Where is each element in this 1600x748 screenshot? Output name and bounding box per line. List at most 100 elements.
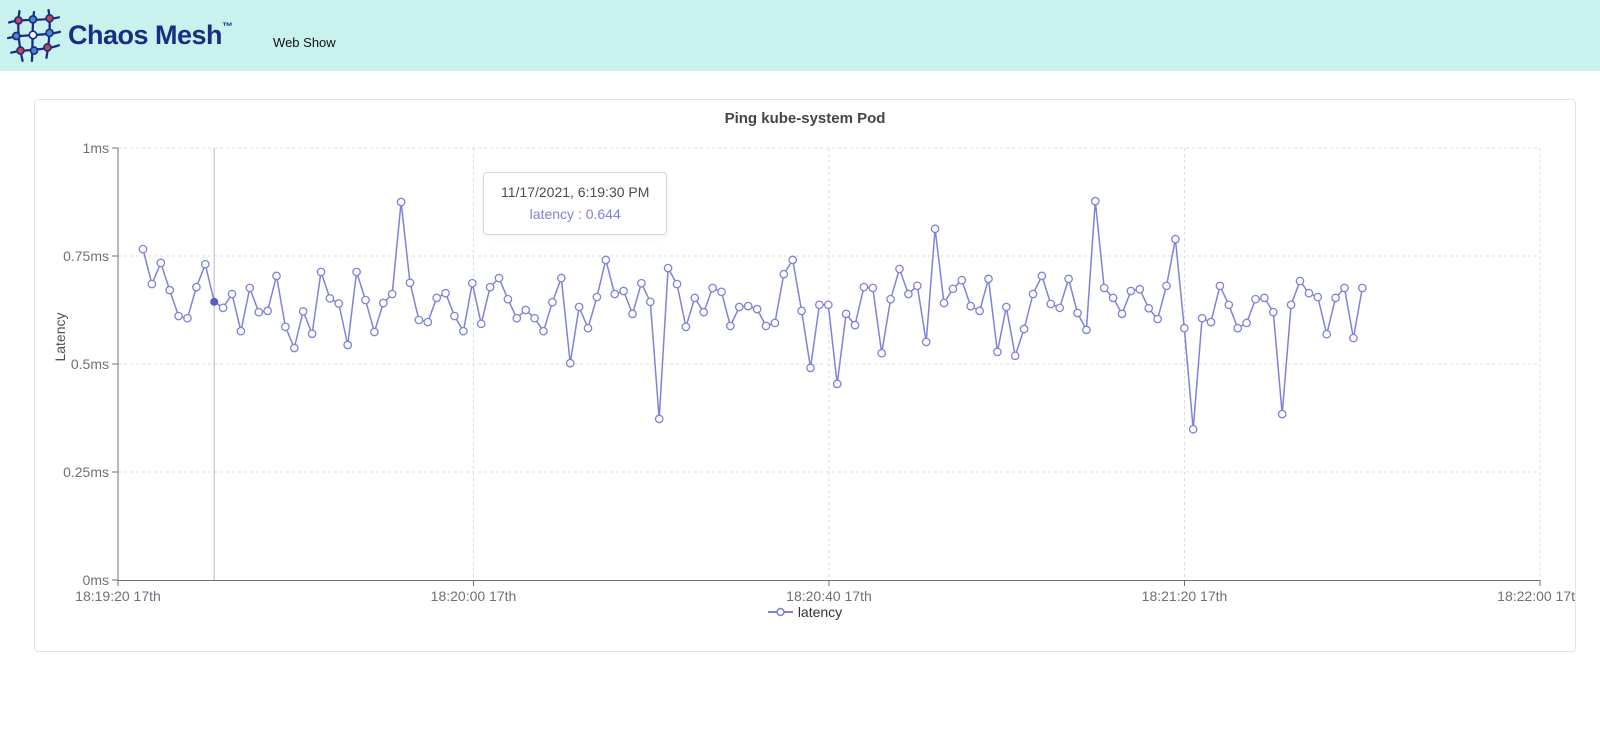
data-point[interactable]	[1181, 324, 1188, 331]
data-point[interactable]	[593, 293, 600, 300]
data-point[interactable]	[958, 276, 965, 283]
data-point[interactable]	[255, 308, 262, 315]
data-point[interactable]	[1092, 197, 1099, 204]
data-point[interactable]	[1314, 293, 1321, 300]
data-point[interactable]	[415, 316, 422, 323]
data-point[interactable]	[1305, 289, 1312, 296]
data-point[interactable]	[1047, 300, 1054, 307]
data-point[interactable]	[166, 286, 173, 293]
data-point[interactable]	[851, 321, 858, 328]
data-point[interactable]	[682, 323, 689, 330]
data-point[interactable]	[1118, 310, 1125, 317]
data-point[interactable]	[389, 290, 396, 297]
data-point[interactable]	[406, 279, 413, 286]
data-point[interactable]	[611, 290, 618, 297]
data-point[interactable]	[994, 348, 1001, 355]
data-point[interactable]	[807, 364, 814, 371]
data-point[interactable]	[353, 268, 360, 275]
data-point[interactable]	[175, 312, 182, 319]
data-point[interactable]	[228, 290, 235, 297]
data-point[interactable]	[878, 350, 885, 357]
data-point[interactable]	[1101, 284, 1108, 291]
data-point[interactable]	[540, 327, 547, 334]
data-point[interactable]	[362, 296, 369, 303]
data-point[interactable]	[923, 338, 930, 345]
data-point[interactable]	[1225, 301, 1232, 308]
data-point[interactable]	[1332, 294, 1339, 301]
data-point[interactable]	[798, 307, 805, 314]
data-point[interactable]	[575, 303, 582, 310]
data-point[interactable]	[1020, 325, 1027, 332]
data-point[interactable]	[308, 330, 315, 337]
data-point[interactable]	[629, 310, 636, 317]
data-point[interactable]	[1003, 303, 1010, 310]
data-point[interactable]	[1163, 282, 1170, 289]
data-point[interactable]	[745, 302, 752, 309]
data-point[interactable]	[905, 290, 912, 297]
data-point[interactable]	[1190, 426, 1197, 433]
data-point[interactable]	[931, 225, 938, 232]
data-point[interactable]	[442, 289, 449, 296]
data-point[interactable]	[1083, 326, 1090, 333]
data-point[interactable]	[638, 280, 645, 287]
data-point[interactable]	[1296, 277, 1303, 284]
data-point[interactable]	[753, 305, 760, 312]
data-point[interactable]	[1216, 282, 1223, 289]
data-point[interactable]	[1359, 284, 1366, 291]
data-point[interactable]	[816, 301, 823, 308]
data-point[interactable]	[762, 322, 769, 329]
data-point[interactable]	[1065, 275, 1072, 282]
data-point[interactable]	[1261, 294, 1268, 301]
data-point[interactable]	[397, 198, 404, 205]
data-point[interactable]	[860, 283, 867, 290]
latency-chart[interactable]: 1ms0.75ms0.5ms0.25ms0ms18:19:20 17th18:2…	[35, 100, 1575, 630]
data-point[interactable]	[1287, 301, 1294, 308]
data-point[interactable]	[193, 283, 200, 290]
nav-web-show[interactable]: Web Show	[273, 35, 336, 50]
data-point[interactable]	[460, 327, 467, 334]
data-point[interactable]	[976, 307, 983, 314]
data-point[interactable]	[522, 306, 529, 313]
data-point[interactable]	[549, 299, 556, 306]
data-point[interactable]	[513, 315, 520, 322]
data-point[interactable]	[1252, 296, 1259, 303]
data-point[interactable]	[184, 315, 191, 322]
data-point[interactable]	[219, 304, 226, 311]
data-point[interactable]	[647, 298, 654, 305]
data-point[interactable]	[664, 264, 671, 271]
data-point[interactable]	[1341, 284, 1348, 291]
data-point[interactable]	[771, 319, 778, 326]
data-point[interactable]	[148, 280, 155, 287]
data-point[interactable]	[157, 259, 164, 266]
data-point[interactable]	[736, 303, 743, 310]
data-point[interactable]	[202, 261, 209, 268]
data-point[interactable]	[317, 268, 324, 275]
data-point[interactable]	[842, 310, 849, 317]
data-point[interactable]	[700, 308, 707, 315]
data-point[interactable]	[1270, 308, 1277, 315]
data-point[interactable]	[1154, 315, 1161, 322]
data-point[interactable]	[246, 284, 253, 291]
data-point[interactable]	[469, 280, 476, 287]
data-point[interactable]	[326, 295, 333, 302]
data-point[interactable]	[834, 380, 841, 387]
data-point[interactable]	[789, 256, 796, 263]
data-point[interactable]	[1207, 318, 1214, 325]
data-point[interactable]	[1243, 319, 1250, 326]
data-point[interactable]	[1127, 287, 1134, 294]
data-point-hovered[interactable]	[210, 298, 218, 306]
data-point[interactable]	[300, 308, 307, 315]
data-point[interactable]	[825, 301, 832, 308]
data-point[interactable]	[139, 245, 146, 252]
data-point[interactable]	[504, 296, 511, 303]
data-point[interactable]	[691, 294, 698, 301]
data-point[interactable]	[424, 318, 431, 325]
data-point[interactable]	[273, 272, 280, 279]
data-point[interactable]	[237, 327, 244, 334]
data-point[interactable]	[1038, 272, 1045, 279]
data-point[interactable]	[914, 282, 921, 289]
data-point[interactable]	[478, 320, 485, 327]
data-point[interactable]	[656, 415, 663, 422]
data-point[interactable]	[1029, 290, 1036, 297]
data-point[interactable]	[495, 274, 502, 281]
